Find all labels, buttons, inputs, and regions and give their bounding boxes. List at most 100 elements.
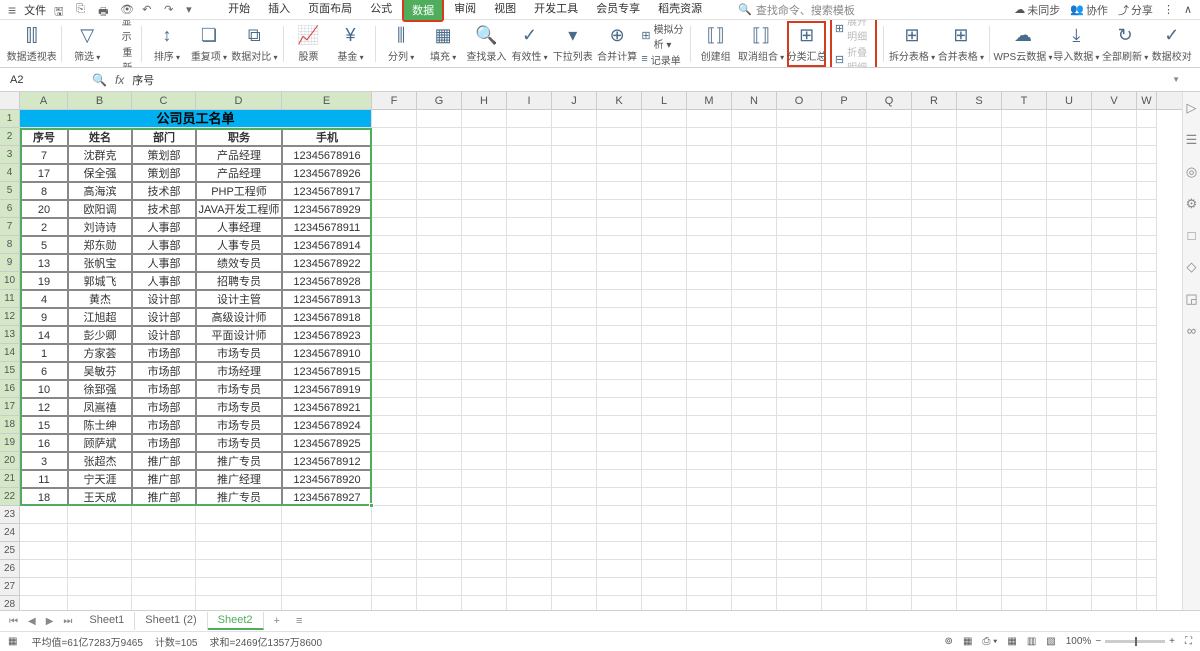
cell[interactable] <box>867 506 912 524</box>
cell-name[interactable]: 张超杰 <box>68 452 132 470</box>
cell[interactable] <box>687 470 732 488</box>
cell[interactable] <box>597 272 642 290</box>
cell[interactable] <box>462 434 507 452</box>
cell[interactable] <box>552 164 597 182</box>
cell[interactable] <box>867 524 912 542</box>
cell[interactable] <box>462 326 507 344</box>
cell[interactable] <box>912 524 957 542</box>
cell[interactable] <box>1047 434 1092 452</box>
cell[interactable] <box>552 344 597 362</box>
cell[interactable] <box>1092 560 1137 578</box>
cell[interactable] <box>1137 434 1157 452</box>
cell[interactable] <box>732 578 777 596</box>
cell[interactable] <box>687 578 732 596</box>
cell[interactable] <box>1137 128 1157 146</box>
cell[interactable] <box>642 470 687 488</box>
cell-role[interactable]: PHP工程师 <box>196 182 282 200</box>
cell[interactable] <box>552 542 597 560</box>
cell[interactable] <box>417 578 462 596</box>
cell-phone[interactable]: 12345678922 <box>282 254 372 272</box>
cell[interactable] <box>957 434 1002 452</box>
cell[interactable] <box>552 506 597 524</box>
cell[interactable] <box>552 362 597 380</box>
cell[interactable] <box>462 362 507 380</box>
cell[interactable] <box>507 164 552 182</box>
cell[interactable] <box>732 200 777 218</box>
cell[interactable] <box>687 524 732 542</box>
cell[interactable] <box>642 308 687 326</box>
cell[interactable] <box>1002 380 1047 398</box>
cell[interactable] <box>372 560 417 578</box>
cell[interactable] <box>507 398 552 416</box>
hamburger-icon[interactable]: ≡ <box>8 2 16 18</box>
cell[interactable] <box>867 182 912 200</box>
cell-name[interactable]: 郑东勋 <box>68 236 132 254</box>
cell[interactable] <box>732 272 777 290</box>
cell-role[interactable]: 产品经理 <box>196 164 282 182</box>
col-header-U[interactable]: U <box>1047 92 1092 109</box>
cell[interactable] <box>20 524 68 542</box>
cell[interactable] <box>867 110 912 128</box>
cell[interactable] <box>1047 344 1092 362</box>
cell[interactable] <box>867 596 912 610</box>
cell-seq[interactable]: 15 <box>20 416 68 434</box>
cell[interactable] <box>1137 182 1157 200</box>
cell[interactable] <box>462 398 507 416</box>
cell-phone[interactable]: 12345678913 <box>282 290 372 308</box>
cell[interactable] <box>507 218 552 236</box>
tab-页面布局[interactable]: 页面布局 <box>300 0 360 22</box>
cell[interactable] <box>642 326 687 344</box>
cell[interactable] <box>687 236 732 254</box>
cell-role[interactable]: 市场专员 <box>196 416 282 434</box>
cell-name[interactable]: 宁天涯 <box>68 470 132 488</box>
cell[interactable] <box>1047 326 1092 344</box>
cell[interactable] <box>1047 290 1092 308</box>
cell-dept[interactable]: 推广部 <box>132 470 196 488</box>
row-header-25[interactable]: 25 <box>0 542 20 560</box>
cell[interactable] <box>1092 236 1137 254</box>
cell[interactable] <box>507 110 552 128</box>
cell[interactable] <box>957 416 1002 434</box>
collapse-icon[interactable]: ∧ <box>1184 3 1192 16</box>
cell-seq[interactable]: 3 <box>20 452 68 470</box>
cell[interactable] <box>462 452 507 470</box>
cell[interactable] <box>822 434 867 452</box>
cell-name[interactable]: 江旭超 <box>68 308 132 326</box>
cell[interactable] <box>957 398 1002 416</box>
cell[interactable] <box>507 488 552 506</box>
tab-公式[interactable]: 公式 <box>362 0 400 22</box>
cell[interactable] <box>372 146 417 164</box>
cell[interactable] <box>1092 398 1137 416</box>
cell[interactable] <box>597 542 642 560</box>
cell[interactable] <box>1002 470 1047 488</box>
cell[interactable] <box>462 164 507 182</box>
col-header-F[interactable]: F <box>372 92 417 109</box>
cell-phone[interactable]: 12345678910 <box>282 344 372 362</box>
cell[interactable] <box>822 254 867 272</box>
cell[interactable] <box>867 398 912 416</box>
cell[interactable] <box>912 362 957 380</box>
cell[interactable] <box>1137 560 1157 578</box>
cell[interactable] <box>867 560 912 578</box>
cell[interactable] <box>687 380 732 398</box>
cell[interactable] <box>417 110 462 128</box>
cell[interactable] <box>822 398 867 416</box>
cell[interactable] <box>1137 524 1157 542</box>
tab-视图[interactable]: 视图 <box>486 0 524 22</box>
cell[interactable] <box>462 488 507 506</box>
cell[interactable] <box>552 182 597 200</box>
cell[interactable] <box>642 524 687 542</box>
cell[interactable] <box>552 308 597 326</box>
cell[interactable] <box>777 380 822 398</box>
cell[interactable] <box>732 218 777 236</box>
cell[interactable] <box>957 272 1002 290</box>
cell[interactable] <box>732 524 777 542</box>
cell[interactable] <box>372 200 417 218</box>
cell[interactable] <box>1002 110 1047 128</box>
cell[interactable] <box>1002 308 1047 326</box>
cell[interactable] <box>417 488 462 506</box>
cell[interactable] <box>1047 452 1092 470</box>
cell[interactable] <box>597 110 642 128</box>
cell[interactable] <box>732 596 777 610</box>
cell[interactable] <box>68 542 132 560</box>
